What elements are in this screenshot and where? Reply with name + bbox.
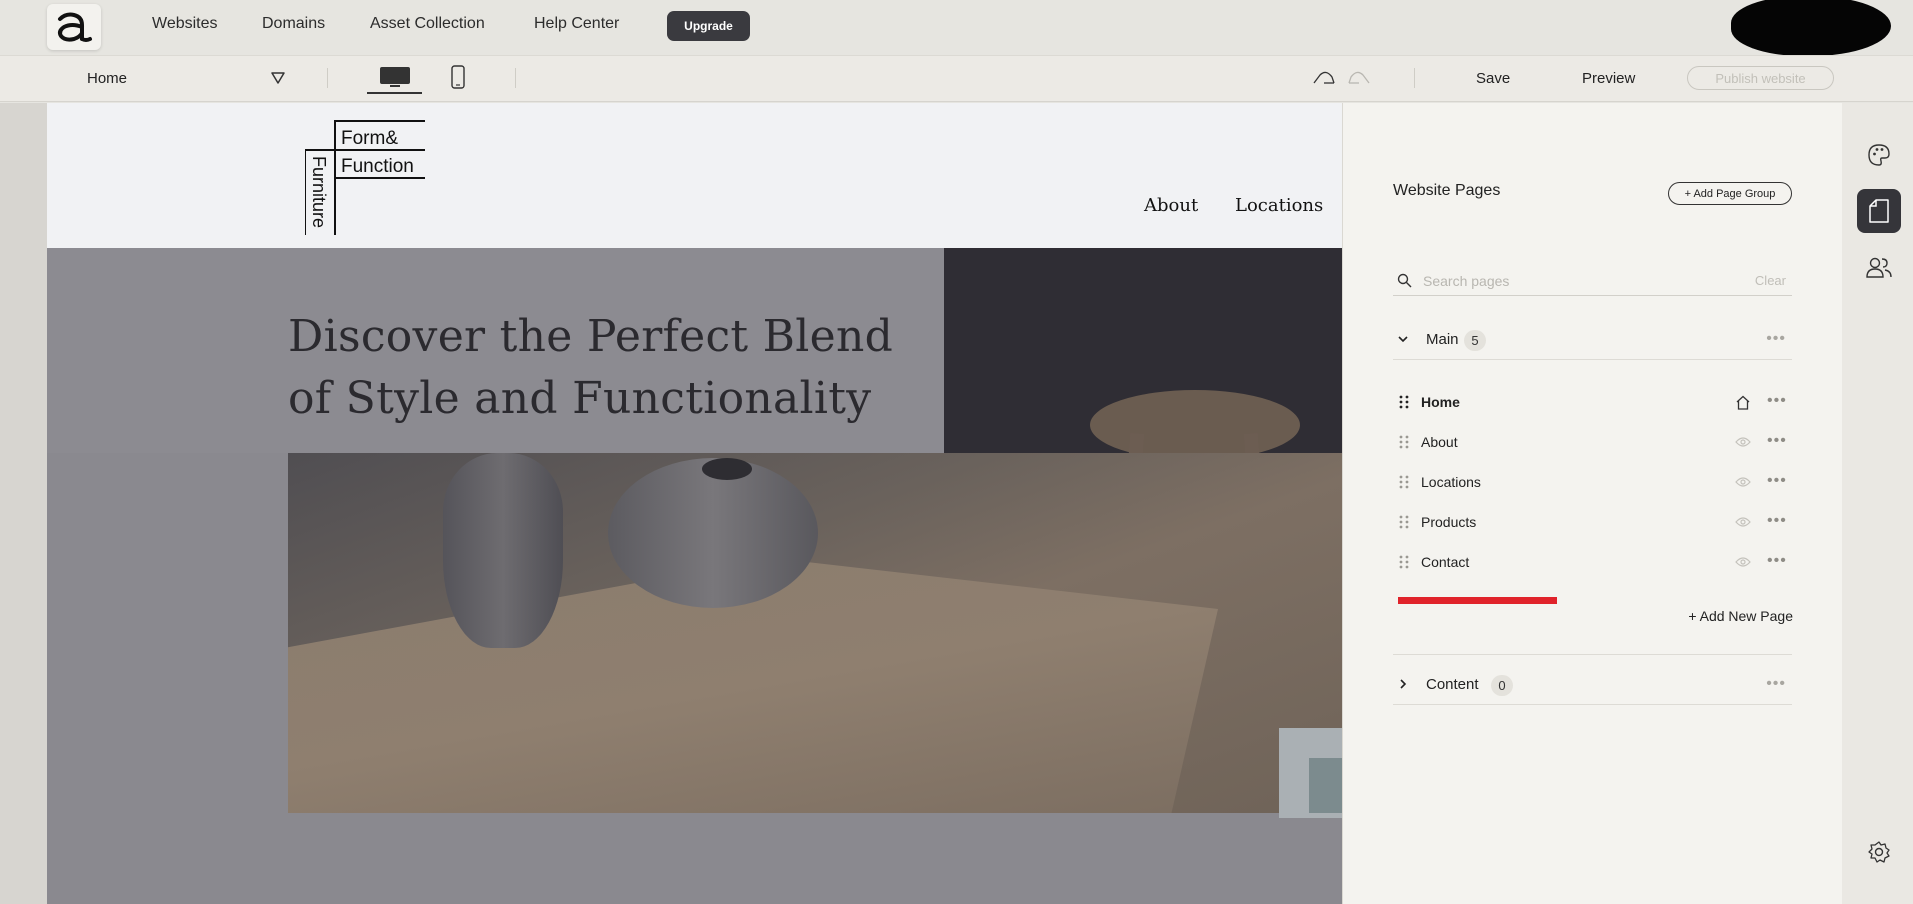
drop-indicator — [1398, 597, 1557, 604]
site-logo[interactable]: Form& Function Furniture — [305, 120, 425, 235]
app-logo[interactable] — [47, 4, 101, 50]
hero-title-line2: of Style and Functionality — [288, 373, 872, 424]
page-name: Products — [1421, 514, 1477, 530]
website-preview[interactable]: Form& Function Furniture About Locations… — [47, 103, 1342, 904]
website-pages-panel: Website Pages + Add Page Group Clear Mai… — [1342, 103, 1842, 904]
nav-asset-collection[interactable]: Asset Collection — [370, 15, 485, 33]
eye-icon[interactable] — [1735, 475, 1751, 493]
redo-icon[interactable] — [1347, 70, 1371, 91]
more-options-icon[interactable]: ••• — [1766, 675, 1786, 693]
page-name: Locations — [1421, 474, 1481, 490]
chevron-right-icon[interactable] — [1397, 677, 1409, 695]
hero-title[interactable]: Discover the Perfect Blend of Style and … — [288, 306, 908, 430]
divider — [1393, 654, 1792, 655]
mobile-view-button[interactable] — [449, 64, 467, 90]
preview-button[interactable]: Preview — [1582, 70, 1635, 87]
side-rail — [1842, 103, 1913, 904]
site-header[interactable]: Form& Function Furniture About Locations — [47, 103, 1342, 248]
site-nav-locations[interactable]: Locations — [1235, 195, 1323, 216]
more-options-icon[interactable]: ••• — [1767, 512, 1787, 530]
caret-down-icon[interactable] — [271, 71, 285, 89]
desktop-view-button[interactable] — [367, 62, 422, 94]
content-card-button[interactable] — [1309, 758, 1342, 813]
page-row-contact[interactable]: Contact ••• — [1393, 543, 1792, 583]
drag-handle-icon[interactable] — [1399, 555, 1409, 574]
page-group-content[interactable]: Content 0 ••• — [1393, 665, 1792, 705]
upgrade-button[interactable]: Upgrade — [667, 11, 750, 41]
settings-button[interactable] — [1857, 830, 1901, 874]
more-options-icon[interactable]: ••• — [1767, 432, 1787, 450]
site-logo-line2: Function — [341, 156, 414, 177]
drag-handle-icon[interactable] — [1399, 435, 1409, 454]
page-name: Contact — [1421, 554, 1470, 570]
site-logo-line1: Form& — [341, 128, 398, 149]
vase-image — [443, 453, 563, 648]
page-name: About — [1421, 434, 1458, 450]
site-nav-about[interactable]: About — [1144, 195, 1198, 216]
eye-icon[interactable] — [1735, 435, 1751, 453]
page-row-about[interactable]: About ••• — [1393, 423, 1792, 463]
panel-title: Website Pages — [1393, 182, 1501, 199]
home-icon — [1735, 395, 1751, 415]
pages-button[interactable] — [1857, 189, 1901, 233]
more-options-icon[interactable]: ••• — [1767, 552, 1787, 570]
users-button[interactable] — [1857, 245, 1901, 289]
publish-website-button[interactable]: Publish website — [1687, 66, 1834, 90]
site-logo-vertical: Furniture — [309, 156, 329, 228]
nav-help-center[interactable]: Help Center — [534, 15, 619, 33]
search-pages: Clear — [1393, 266, 1792, 296]
desktop-icon — [379, 67, 410, 87]
mobile-icon — [451, 65, 465, 89]
editor-toolbar: Home Save Preview Publish website — [0, 55, 1913, 102]
clear-search-button[interactable]: Clear — [1755, 273, 1786, 288]
app-logo-icon — [58, 12, 92, 42]
stool-image — [1090, 390, 1300, 460]
page-selector[interactable]: Home — [87, 70, 127, 87]
save-button[interactable]: Save — [1476, 70, 1510, 87]
undo-icon[interactable] — [1312, 70, 1336, 91]
group-count-badge: 0 — [1491, 675, 1513, 696]
nav-websites[interactable]: Websites — [152, 15, 218, 33]
add-new-page-button[interactable]: + Add New Page — [1685, 608, 1793, 624]
top-navigation: Websites Domains Asset Collection Help C… — [0, 0, 1913, 56]
drag-handle-icon[interactable] — [1399, 515, 1409, 534]
page-row-products[interactable]: Products ••• — [1393, 503, 1792, 543]
avatar[interactable] — [1731, 0, 1891, 56]
toolbar-divider — [327, 68, 328, 88]
page-row-locations[interactable]: Locations ••• — [1393, 463, 1792, 503]
page-name: Home — [1421, 394, 1460, 410]
settings-icon — [1868, 841, 1890, 863]
hero-title-line1: Discover the Perfect Blend — [288, 311, 894, 362]
users-icon — [1866, 257, 1892, 278]
drag-handle-icon[interactable] — [1399, 475, 1409, 494]
page-icon — [1869, 199, 1889, 223]
nav-domains[interactable]: Domains — [262, 15, 325, 33]
drag-handle-icon[interactable] — [1399, 395, 1409, 414]
more-options-icon[interactable]: ••• — [1767, 392, 1787, 410]
eye-icon[interactable] — [1735, 515, 1751, 533]
toolbar-divider — [1414, 68, 1415, 88]
vase-image — [608, 458, 818, 608]
more-options-icon[interactable]: ••• — [1766, 330, 1786, 348]
group-name: Main — [1426, 331, 1459, 348]
page-group-main[interactable]: Main 5 ••• — [1393, 320, 1792, 360]
vase-mouth — [702, 458, 752, 480]
palette-icon — [1868, 144, 1890, 166]
page-row-home[interactable]: Home ••• — [1393, 383, 1792, 423]
design-button[interactable] — [1857, 133, 1901, 177]
chevron-down-icon[interactable] — [1397, 332, 1409, 350]
eye-icon[interactable] — [1735, 555, 1751, 573]
group-count-badge: 5 — [1464, 330, 1486, 351]
more-options-icon[interactable]: ••• — [1767, 472, 1787, 490]
toolbar-divider — [515, 68, 516, 88]
group-name: Content — [1426, 676, 1479, 693]
search-icon — [1397, 273, 1412, 293]
add-page-group-button[interactable]: + Add Page Group — [1668, 182, 1792, 205]
search-input[interactable] — [1423, 270, 1723, 292]
